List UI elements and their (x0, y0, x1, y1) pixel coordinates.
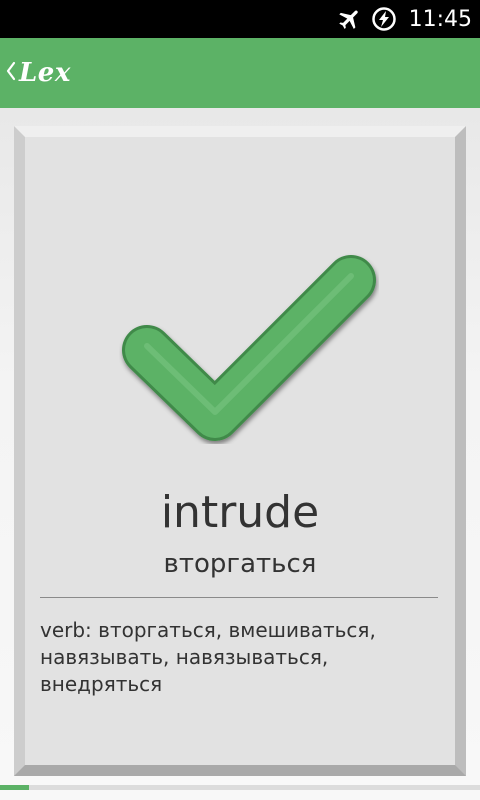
progress-fill (0, 785, 29, 790)
clock: 11:45 (408, 6, 472, 32)
translation-text: вторгаться (163, 549, 317, 579)
divider (40, 597, 438, 598)
airplane-mode-icon (337, 6, 363, 32)
chevron-left-icon (5, 60, 17, 86)
back-button[interactable]: Lex (0, 38, 120, 108)
status-bar: 11:45 (0, 0, 480, 38)
progress-bar (0, 785, 480, 790)
battery-charging-icon (371, 6, 397, 32)
word-card[interactable]: intrude вторгаться verb: вторгаться, вме… (14, 126, 466, 776)
status-icons: 11:45 (337, 0, 472, 38)
app-title: Lex (19, 58, 71, 88)
checkmark-icon (119, 252, 379, 452)
word-text: intrude (160, 487, 320, 538)
app-bar: Lex (0, 38, 480, 108)
definition-text: verb: вторгаться, вмешиваться, навязыват… (40, 618, 376, 696)
